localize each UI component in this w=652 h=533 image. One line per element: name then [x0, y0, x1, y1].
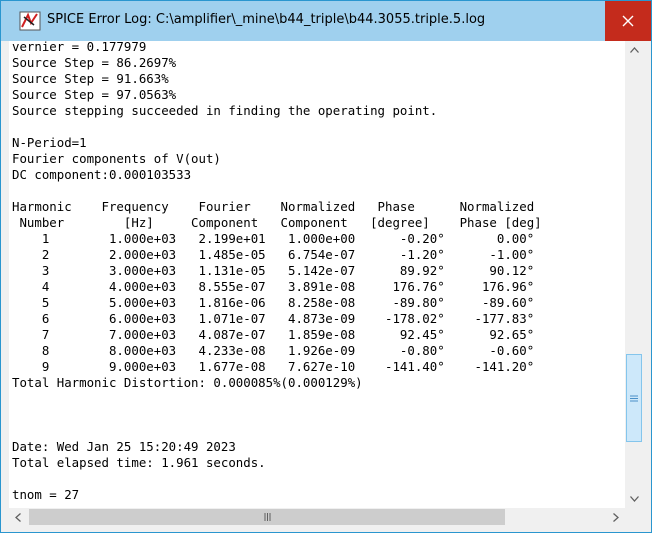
scroll-down-button[interactable] — [625, 490, 643, 508]
log-line: 1 1.000e+03 2.199e+01 1.000e+00 -0.20° 0… — [12, 231, 535, 246]
close-button[interactable] — [605, 1, 651, 41]
spice-error-log-icon — [19, 11, 41, 31]
log-line: tnom = 27 — [12, 487, 80, 502]
log-line: Source Step = 91.663% — [12, 71, 169, 86]
chevron-up-icon — [629, 47, 639, 53]
log-line: N-Period=1 — [12, 135, 87, 150]
scroll-up-button[interactable] — [625, 41, 643, 59]
chevron-right-icon — [613, 512, 619, 522]
scroll-right-button[interactable] — [607, 508, 625, 526]
log-line: 4 4.000e+03 8.555e-07 3.891e-08 176.76° … — [12, 279, 535, 294]
log-line: 9 9.000e+03 1.677e-08 7.627e-10 -141.40°… — [12, 359, 535, 374]
scroll-left-button[interactable] — [9, 508, 27, 526]
log-line: DC component:0.000103533 — [12, 167, 192, 182]
scrollbar-corner — [625, 508, 643, 526]
log-line: 3 3.000e+03 1.131e-05 5.142e-07 89.92° 9… — [12, 263, 535, 278]
log-line: Date: Wed Jan 25 15:20:49 2023 — [12, 439, 236, 454]
log-line: 2 2.000e+03 1.485e-05 6.754e-07 -1.20° -… — [12, 247, 535, 262]
title-bar[interactable]: SPICE Error Log: C:\amplifier\_mine\b44_… — [1, 1, 651, 41]
log-line: vernier = 0.177979 — [12, 39, 147, 54]
log-line: Source Step = 86.2697% — [12, 55, 177, 70]
vertical-scroll-thumb[interactable] — [626, 354, 642, 442]
log-line: Total elapsed time: 1.961 seconds. — [12, 455, 266, 470]
grip-icon — [630, 395, 638, 401]
log-text-area[interactable]: vernier = 0.177979 Source Step = 86.2697%… — [9, 39, 643, 526]
horizontal-scroll-thumb[interactable] — [29, 509, 505, 525]
close-icon — [622, 15, 634, 27]
horizontal-scrollbar[interactable] — [9, 508, 625, 526]
log-line: Source stepping succeeded in finding the… — [12, 103, 438, 118]
log-line: Harmonic Frequency Fourier Normalized Ph… — [12, 199, 535, 214]
log-content: vernier = 0.177979 Source Step = 86.2697%… — [12, 39, 622, 506]
chevron-down-icon — [629, 496, 639, 502]
log-line: Source Step = 97.0563% — [12, 87, 177, 102]
log-line: 5 5.000e+03 1.816e-06 8.258e-08 -89.80° … — [12, 295, 535, 310]
log-line: Number [Hz] Component Component [degree]… — [12, 215, 542, 230]
log-line: Fourier components of V(out) — [12, 151, 221, 166]
log-line: 7 7.000e+03 4.087e-07 1.859e-08 92.45° 9… — [12, 327, 535, 342]
log-line: 8 8.000e+03 4.233e-08 1.926e-09 -0.80° -… — [12, 343, 535, 358]
log-window: SPICE Error Log: C:\amplifier\_mine\b44_… — [0, 0, 652, 533]
chevron-left-icon — [15, 512, 21, 522]
log-line: 6 6.000e+03 1.071e-07 4.873e-09 -178.02°… — [12, 311, 535, 326]
grip-icon — [264, 513, 270, 521]
vertical-scrollbar[interactable] — [625, 41, 643, 508]
log-line: Total Harmonic Distortion: 0.000085%(0.0… — [12, 375, 363, 390]
window-title: SPICE Error Log: C:\amplifier\_mine\b44_… — [47, 12, 486, 27]
